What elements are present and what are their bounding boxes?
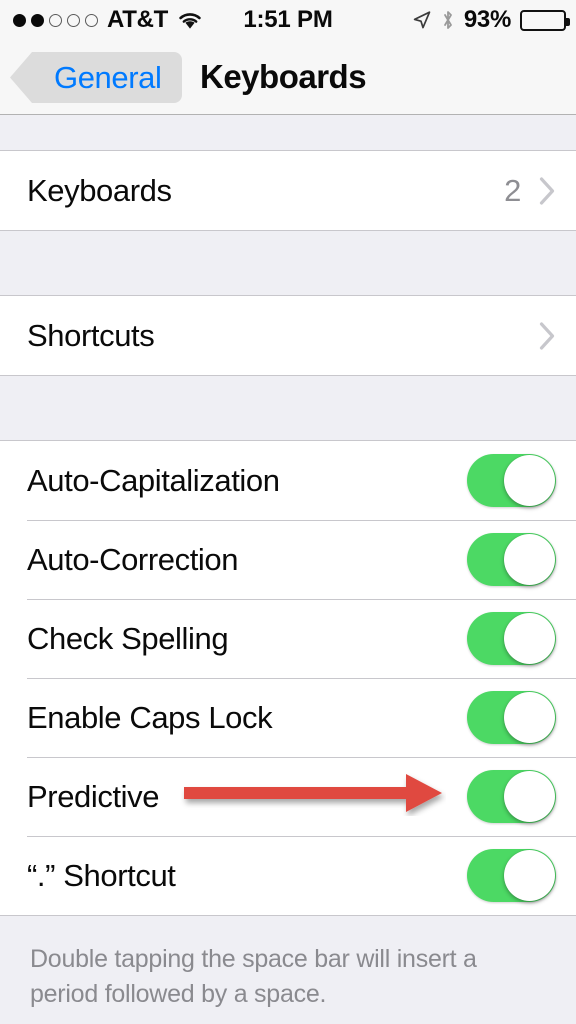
toggle-knob — [504, 613, 555, 664]
page-title: Keyboards — [200, 58, 367, 95]
row-keyboards[interactable]: Keyboards 2 — [0, 151, 576, 230]
row-check-spelling[interactable]: Check Spelling — [0, 599, 576, 678]
row-accessory-auto-capitalization — [467, 454, 556, 507]
row-label-keyboards: Keyboards — [27, 172, 172, 208]
toggle-auto-correction[interactable] — [467, 533, 556, 586]
section-typing-options: Auto-Capitalization Auto-Correction Chec… — [0, 440, 576, 916]
section-gap-shortcuts — [0, 231, 576, 295]
location-arrow-icon — [412, 10, 432, 30]
row-label-enable-caps-lock: Enable Caps Lock — [27, 699, 273, 735]
toggle-knob — [504, 455, 555, 506]
row-accessory-auto-correction — [467, 533, 556, 586]
row-value-keyboards: 2 — [504, 172, 521, 208]
toggle-knob — [504, 771, 555, 822]
toggle-knob — [504, 534, 555, 585]
toggle-check-spelling[interactable] — [467, 612, 556, 665]
section-shortcuts: Shortcuts — [0, 295, 576, 376]
toggle-knob — [504, 692, 555, 743]
toggle-period-shortcut[interactable] — [467, 849, 556, 902]
row-accessory-keyboards: 2 — [504, 173, 556, 209]
row-accessory-period-shortcut — [467, 849, 556, 902]
status-bar-right: 93% — [412, 6, 570, 34]
row-accessory-shortcuts — [539, 321, 556, 350]
iphone-screen: AT&T 1:51 PM 93% General Keyboards Keybo… — [0, 0, 576, 1024]
section-keyboards: Keyboards 2 — [0, 150, 576, 231]
row-label-auto-capitalization: Auto-Capitalization — [27, 462, 280, 498]
toggle-enable-caps-lock[interactable] — [467, 691, 556, 744]
row-accessory-predictive — [467, 770, 556, 823]
row-accessory-enable-caps-lock — [467, 691, 556, 744]
toggle-predictive[interactable] — [467, 770, 556, 823]
chevron-right-icon — [539, 321, 556, 350]
row-predictive[interactable]: Predictive — [0, 757, 576, 836]
row-shortcuts[interactable]: Shortcuts — [0, 296, 576, 375]
toggle-knob — [504, 850, 555, 901]
row-label-predictive: Predictive — [27, 778, 160, 814]
row-label-shortcuts: Shortcuts — [27, 317, 155, 353]
row-accessory-check-spelling — [467, 612, 556, 665]
section-gap-top — [0, 116, 576, 150]
chevron-right-icon — [539, 176, 556, 205]
back-button-general[interactable]: General — [10, 52, 182, 103]
navigation-bar: General Keyboards — [0, 40, 576, 115]
row-auto-correction[interactable]: Auto-Correction — [0, 520, 576, 599]
bluetooth-icon — [441, 9, 455, 31]
section-footer-note: Double tapping the space bar will insert… — [30, 945, 477, 1008]
row-enable-caps-lock[interactable]: Enable Caps Lock — [0, 678, 576, 757]
settings-list[interactable]: Keyboards 2 Shortcuts Auto-Capitalizatio… — [0, 116, 576, 1024]
section-gap-toggles — [0, 376, 576, 440]
toggle-auto-capitalization[interactable] — [467, 454, 556, 507]
row-label-auto-correction: Auto-Correction — [27, 541, 239, 577]
battery-icon — [520, 9, 570, 31]
battery-percentage-label: 93% — [463, 6, 511, 33]
back-button-label: General — [54, 59, 162, 95]
row-label-period-shortcut: “.” Shortcut — [27, 857, 176, 893]
status-bar: AT&T 1:51 PM 93% — [0, 0, 576, 40]
row-auto-capitalization[interactable]: Auto-Capitalization — [0, 441, 576, 520]
row-period-shortcut[interactable]: “.” Shortcut — [0, 836, 576, 915]
row-label-check-spelling: Check Spelling — [27, 620, 229, 656]
